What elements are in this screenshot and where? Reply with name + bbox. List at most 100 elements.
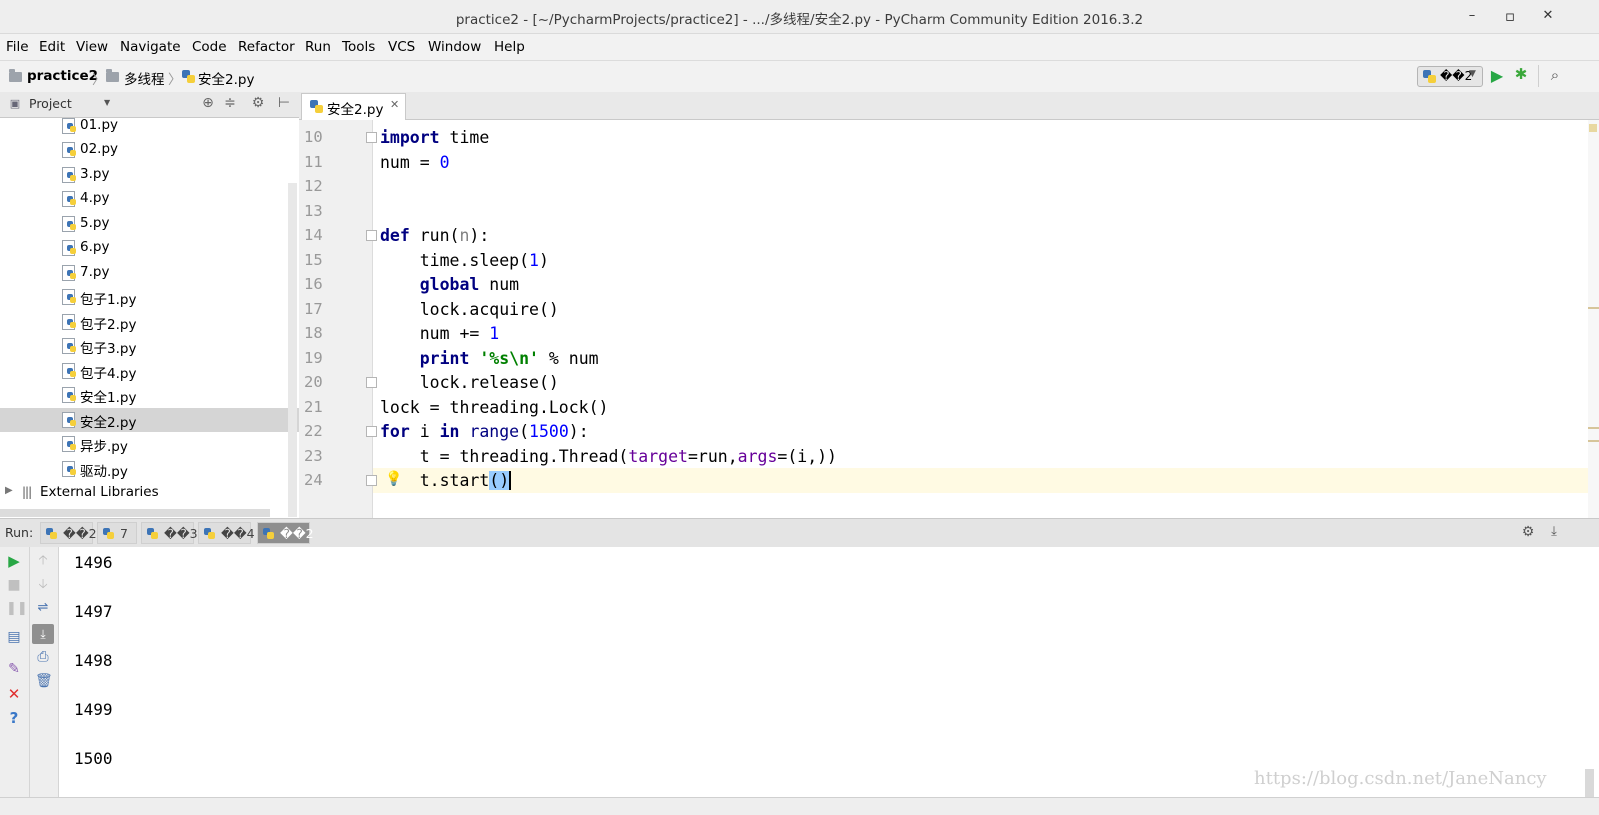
list-item[interactable]: 驱动.py	[0, 457, 299, 481]
console-line: 1498	[74, 651, 113, 670]
run-tab[interactable]: ��2	[40, 522, 97, 544]
file-label: 异步.py	[80, 439, 128, 455]
console-line: 1496	[74, 553, 113, 572]
breadcrumb-project[interactable]: practice2	[27, 68, 98, 84]
debug-icon[interactable]: ✱	[1512, 65, 1530, 83]
chevron-right-icon[interactable]: ▶	[5, 485, 13, 496]
list-item[interactable]: 02.py	[0, 138, 299, 162]
code-line-14: def run(n):	[380, 226, 490, 245]
print-icon[interactable]: ⎙	[35, 649, 51, 665]
menu-refactor[interactable]: Refactor	[238, 39, 295, 55]
menu-help[interactable]: Help	[494, 39, 525, 55]
inspection-status-icon[interactable]	[1589, 124, 1597, 132]
file-label: 包子1.py	[80, 292, 137, 308]
arrow-down-icon[interactable]: 🡣	[35, 575, 51, 597]
library-icon: |||	[22, 485, 32, 499]
trash-icon[interactable]: 🗑	[35, 673, 53, 689]
menu-window[interactable]: Window	[428, 39, 481, 55]
search-icon[interactable]: ⌕	[1546, 66, 1564, 84]
editor-tab-bar: 安全2.py ✕	[299, 92, 1599, 120]
watermark: https://blog.csdn.net/JaneNancy	[1254, 768, 1547, 789]
stop-icon[interactable]: ■	[6, 577, 22, 593]
code-line-16: global num	[419, 275, 520, 294]
project-tree: 01.py 02.py 3.py 4.py 5.py 6.py 7.py 包子1…	[0, 117, 299, 518]
editor-tab[interactable]: 安全2.py ✕	[301, 93, 406, 120]
run-tab-label: 7	[120, 526, 128, 541]
project-horizontal-scrollbar[interactable]	[0, 509, 270, 517]
console-scrollbar[interactable]	[1585, 769, 1594, 797]
pause-icon[interactable]: ❚❚	[6, 601, 28, 616]
menu-code[interactable]: Code	[192, 39, 227, 55]
run-config-select[interactable]: ��2 ▼	[1417, 66, 1483, 87]
menu-bar: File Edit View Navigate Code Refactor Ru…	[0, 34, 1599, 59]
hide-panel-icon[interactable]: ⊢	[276, 95, 292, 111]
scroll-to-end-icon[interactable]: ⤓	[32, 624, 54, 644]
breadcrumb-folder[interactable]: 多线程	[124, 68, 165, 88]
list-item[interactable]: 包子4.py	[0, 359, 299, 383]
gear-icon[interactable]: ⚙	[1520, 524, 1536, 540]
run-config-label: ��2	[1440, 69, 1473, 83]
error-stripe[interactable]	[1588, 120, 1599, 518]
gear-icon[interactable]: ⚙	[250, 95, 266, 111]
run-icon[interactable]: ▶	[1489, 66, 1505, 85]
stripe-mark[interactable]	[1588, 307, 1599, 309]
list-item-selected[interactable]: 安全2.py	[0, 408, 299, 432]
run-tab[interactable]: 7	[97, 522, 137, 544]
breadcrumb-file[interactable]: 安全2.py	[198, 68, 254, 88]
run-tab-label: ��4	[221, 526, 255, 541]
run-tab-active[interactable]: ��2	[257, 522, 314, 544]
run-tab[interactable]: ��4	[198, 522, 255, 544]
locate-icon[interactable]: ⊕	[200, 95, 216, 111]
run-tab[interactable]: ��3	[141, 522, 198, 544]
file-label: 包子4.py	[80, 366, 137, 382]
project-panel-title[interactable]: Project	[29, 96, 72, 111]
arrow-up-icon[interactable]: 🡡	[35, 551, 51, 573]
hide-panel-icon[interactable]: ⤓	[1546, 524, 1562, 539]
list-item[interactable]: 异步.py	[0, 432, 299, 456]
stripe-mark[interactable]	[1588, 427, 1599, 429]
fold-marker[interactable]	[366, 230, 377, 241]
help-icon[interactable]: ?	[6, 709, 22, 727]
list-item[interactable]: 6.py	[0, 236, 299, 260]
menu-file[interactable]: File	[6, 39, 29, 55]
python-file-icon	[103, 528, 115, 540]
close-icon[interactable]: ✕	[6, 685, 22, 703]
external-libraries-item[interactable]: ▶ ||| External Libraries	[0, 481, 299, 505]
list-item[interactable]: 01.py	[0, 114, 299, 138]
menu-view[interactable]: View	[76, 39, 108, 55]
python-file-icon	[62, 363, 77, 379]
list-item[interactable]: 4.py	[0, 187, 299, 211]
list-item[interactable]: 3.py	[0, 163, 299, 187]
minimize-button[interactable]: –	[1462, 6, 1482, 26]
list-item[interactable]: 包子1.py	[0, 285, 299, 309]
layout-icon[interactable]: ▤	[5, 629, 23, 645]
menu-vcs[interactable]: VCS	[388, 39, 415, 55]
collapse-icon[interactable]: ≑	[222, 95, 238, 111]
fold-marker[interactable]	[366, 475, 377, 486]
stripe-mark[interactable]	[1588, 440, 1599, 442]
run-tab-label: ��2	[63, 526, 97, 541]
run-console[interactable]: 1496 1497 1498 1499 1500 https://blog.cs…	[59, 547, 1599, 797]
close-button[interactable]: ✕	[1538, 6, 1558, 26]
fold-marker[interactable]	[366, 377, 377, 388]
rerun-icon[interactable]: ▶	[6, 552, 22, 570]
pin-icon[interactable]: ✎	[6, 661, 22, 677]
code-line-23: t = threading.Thread(target=run,args=(i,…	[380, 447, 837, 466]
list-item[interactable]: 包子3.py	[0, 334, 299, 358]
menu-run[interactable]: Run	[305, 39, 331, 55]
list-item[interactable]: 包子2.py	[0, 310, 299, 334]
code-editor[interactable]: 10 11 12 13 14 15 16 17 18 19 20 21 22 2…	[299, 120, 1599, 518]
maximize-button[interactable]: ▫	[1500, 6, 1520, 26]
fold-marker[interactable]	[366, 426, 377, 437]
menu-navigate[interactable]: Navigate	[120, 39, 181, 55]
menu-edit[interactable]: Edit	[39, 39, 65, 55]
list-item[interactable]: 安全1.py	[0, 383, 299, 407]
menu-tools[interactable]: Tools	[342, 39, 375, 55]
fold-marker[interactable]	[366, 132, 377, 143]
project-scrollbar[interactable]	[288, 183, 297, 517]
soft-wrap-icon[interactable]: ⇌	[35, 600, 51, 615]
close-tab-icon[interactable]: ✕	[390, 98, 399, 111]
chevron-down-icon[interactable]: ▼	[104, 98, 110, 107]
list-item[interactable]: 7.py	[0, 261, 299, 285]
list-item[interactable]: 5.py	[0, 212, 299, 236]
